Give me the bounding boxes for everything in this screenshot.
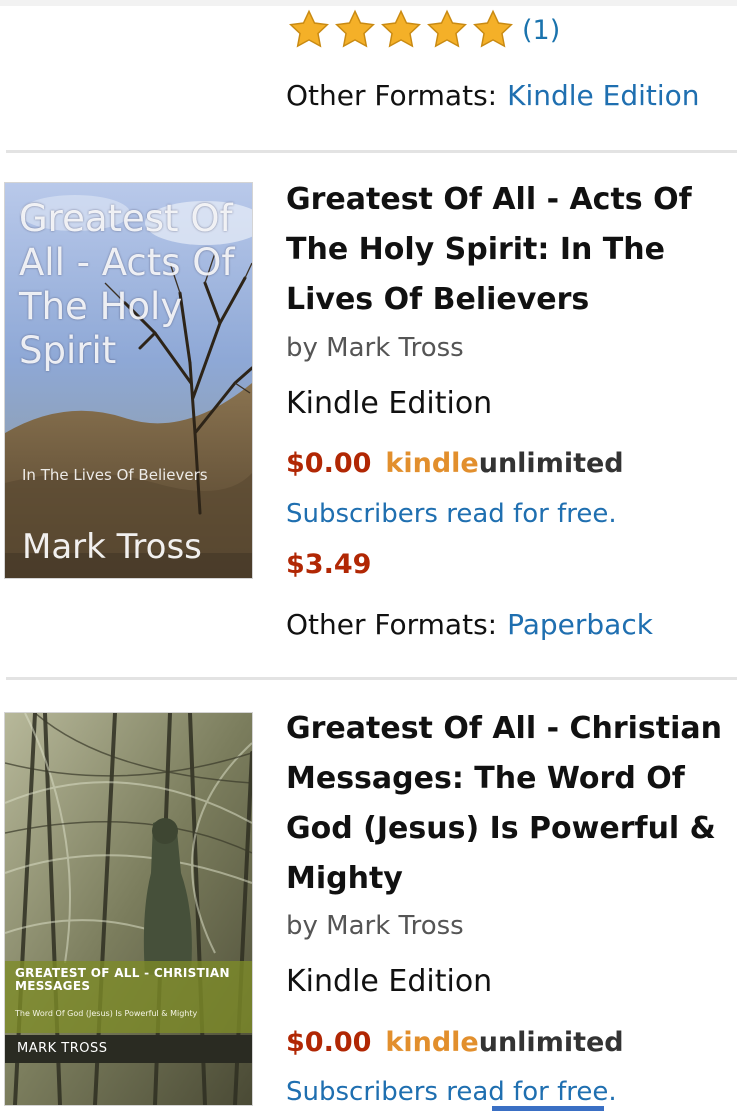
cover-title: Greatest Of All - Acts Of The Holy Spiri… [19, 197, 235, 372]
edition-label[interactable]: Kindle Edition [286, 964, 492, 999]
byline: by Mark Tross [286, 333, 464, 363]
top-edge [0, 0, 737, 6]
other-formats: Other Formats: Kindle Edition [286, 79, 700, 112]
divider [6, 677, 737, 680]
book-cover[interactable]: Greatest Of All - Acts Of The Holy Spiri… [5, 183, 252, 578]
price-free: $0.00 [286, 448, 372, 479]
book-cover[interactable]: GREATEST OF ALL - CHRISTIAN MESSAGES The… [5, 713, 252, 1105]
book-title-link[interactable]: Greatest Of All - Acts Of The Holy Spiri… [286, 175, 726, 325]
kindle-unlimited-logo-kindle: kindle [385, 1027, 479, 1058]
kindle-unlimited-logo-unlimited: unlimited [478, 1027, 624, 1058]
other-formats-label: Other Formats: [286, 79, 498, 112]
star-icon [427, 9, 467, 48]
scroll-indicator[interactable] [492, 1106, 604, 1111]
rating-count[interactable]: (1) [522, 15, 560, 46]
other-formats-label: Other Formats: [286, 608, 498, 641]
kindle-unlimited-logo-unlimited: unlimited [478, 448, 624, 479]
cover-subtitle: The Word Of God (Jesus) Is Powerful & Mi… [15, 1009, 198, 1018]
cover-title: GREATEST OF ALL - CHRISTIAN MESSAGES [15, 966, 230, 993]
price-row: $0.00 kindle unlimited [286, 1027, 624, 1058]
kindle-unlimited-logo-kindle: kindle [385, 448, 479, 479]
byline: by Mark Tross [286, 911, 464, 941]
book-title-link[interactable]: Greatest Of All - Christian Messages: Th… [286, 704, 726, 904]
divider [6, 150, 737, 153]
price-row: $0.00 kindle unlimited [286, 448, 624, 479]
subscribers-read-free-link[interactable]: Subscribers read for free. [286, 1077, 617, 1107]
price-paid[interactable]: $3.49 [286, 549, 371, 580]
other-formats-link-paperback[interactable]: Paperback [507, 608, 653, 641]
cover-author: Mark Tross [22, 527, 202, 567]
price-free: $0.00 [286, 1027, 372, 1058]
subscribers-read-free-link[interactable]: Subscribers read for free. [286, 499, 617, 529]
other-formats: Other Formats: Paperback [286, 608, 653, 641]
cover-author: MARK TROSS [17, 1041, 108, 1056]
edition-label[interactable]: Kindle Edition [286, 386, 492, 421]
star-icon [381, 9, 421, 48]
star-icon [289, 9, 329, 48]
cover-subtitle: In The Lives Of Believers [22, 466, 208, 484]
star-icon [473, 9, 513, 48]
star-icon [335, 9, 375, 48]
rating-row[interactable]: (1) [286, 8, 560, 52]
star-rating [286, 8, 516, 52]
other-formats-link-kindle[interactable]: Kindle Edition [507, 79, 699, 112]
